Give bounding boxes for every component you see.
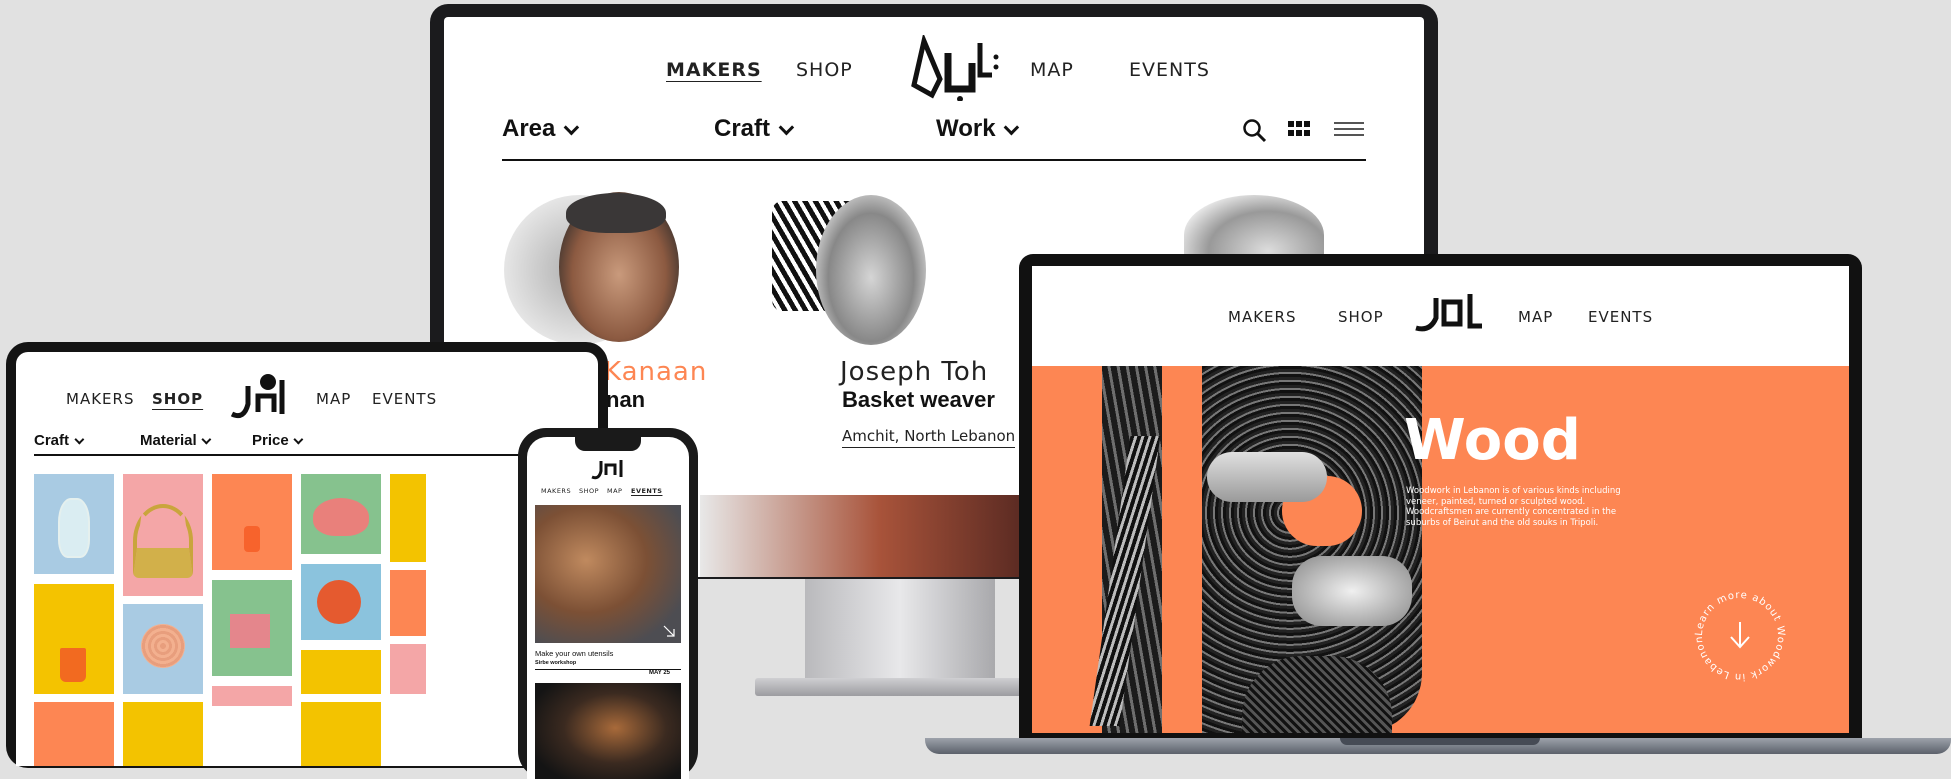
product-tile[interactable] (34, 474, 114, 574)
phone-notch (575, 437, 641, 451)
logo-mark (911, 32, 999, 102)
maker-cap (566, 193, 666, 233)
filter-divider (34, 454, 598, 456)
product-image (60, 648, 86, 682)
site-logo[interactable] (904, 32, 1000, 102)
nav-makers[interactable]: MAKERS (541, 487, 571, 495)
monitor-stand-base (755, 678, 1045, 696)
nav-map[interactable]: MAP (1518, 308, 1553, 326)
maker-role: nan (606, 387, 646, 412)
maker-portrait[interactable] (816, 195, 926, 345)
hands-image (1207, 452, 1327, 502)
product-image (317, 580, 361, 624)
filter-divider (502, 159, 1366, 161)
maker-name[interactable]: Joseph Toh (840, 357, 988, 387)
hero-description: Woodwork in Lebanon is of various kinds … (1406, 486, 1621, 528)
laptop-hinge (1340, 738, 1540, 745)
maker-location[interactable]: Amchit, North Lebanon (842, 427, 1016, 448)
product-tile[interactable] (34, 584, 114, 694)
nav-map[interactable]: MAP (1030, 59, 1074, 81)
product-tile[interactable] (123, 604, 203, 694)
chevron-down-icon (563, 119, 580, 135)
product-tile[interactable] (123, 702, 203, 766)
nav-makers[interactable]: MAKERS (666, 59, 762, 81)
laptop-screen: MAKERS SHOP MAP EVENTS Wood Woodwork in … (1032, 266, 1849, 733)
product-image (230, 614, 270, 648)
grid-view-icon[interactable] (1288, 121, 1310, 137)
product-tile[interactable] (390, 570, 426, 636)
site-logo[interactable] (589, 457, 627, 481)
chevron-down-icon (202, 434, 212, 445)
logo-mark (230, 374, 285, 419)
nav-map[interactable]: MAP (316, 390, 351, 408)
filter-material[interactable]: Material (140, 432, 212, 449)
site-logo[interactable] (1410, 288, 1486, 336)
list-view-icon[interactable] (1334, 121, 1364, 137)
event-date: MAY 25 (649, 670, 671, 676)
nav-events[interactable]: EVENTS (1588, 308, 1653, 326)
search-icon[interactable] (1242, 118, 1268, 144)
laptop: MAKERS SHOP MAP EVENTS Wood Woodwork in … (1019, 254, 1862, 740)
chevron-down-icon (778, 119, 794, 135)
product-tile[interactable] (301, 564, 381, 640)
event-title[interactable]: Make your own utensils (535, 649, 613, 658)
event-image[interactable] (535, 505, 681, 643)
maker-role: Basket weaver (842, 387, 995, 412)
nav-events[interactable]: EVENTS (372, 390, 437, 408)
product-tile[interactable] (212, 686, 292, 706)
product-tile[interactable] (123, 474, 203, 596)
chevron-down-icon (1004, 119, 1020, 135)
product-tile[interactable] (390, 474, 426, 562)
arrow-down-icon (1730, 622, 1750, 649)
product-tile[interactable] (301, 474, 381, 554)
nav-shop[interactable]: SHOP (796, 59, 853, 81)
product-tile[interactable] (390, 644, 426, 694)
filter-work[interactable]: Work (936, 115, 1020, 143)
chevron-down-icon (74, 434, 84, 445)
product-image (244, 526, 260, 552)
product-image (133, 504, 193, 578)
nav-events[interactable]: EVENTS (631, 487, 662, 495)
filter-area[interactable]: Area (502, 115, 580, 143)
chevron-down-icon (294, 434, 304, 445)
tablet-screen: MAKERS SHOP MAP EVENTS Craft Material Pr… (16, 352, 598, 766)
phone-screen: MAKERS SHOP MAP EVENTS Make your own ute… (527, 437, 689, 779)
event-image[interactable] (535, 683, 681, 779)
logo-mark (1415, 294, 1482, 332)
hero-title: Wood (1404, 408, 1581, 473)
event-subtitle: Sirbe workshop (535, 660, 577, 666)
filter-craft[interactable]: Craft (34, 432, 84, 449)
nav-shop[interactable]: SHOP (1338, 308, 1384, 326)
logo-mark (591, 460, 623, 480)
maker-name[interactable]: Kanaan (604, 357, 707, 387)
nav-map[interactable]: MAP (607, 487, 622, 495)
monitor-stand (805, 575, 995, 685)
product-image (58, 498, 90, 558)
nav-makers[interactable]: MAKERS (1228, 308, 1296, 326)
smartphone: MAKERS SHOP MAP EVENTS Make your own ute… (518, 428, 698, 779)
product-tile[interactable] (301, 702, 381, 766)
filter-craft[interactable]: Craft (714, 115, 794, 143)
product-tile[interactable] (34, 702, 114, 766)
nav-events[interactable]: EVENTS (1129, 59, 1210, 81)
product-tile[interactable] (212, 474, 292, 570)
product-image (141, 624, 185, 668)
arrow-diagonal-icon (663, 625, 675, 637)
product-tile[interactable] (301, 650, 381, 694)
nav-shop[interactable]: SHOP (579, 487, 599, 495)
learn-more-button[interactable]: Learn more about Woodwork in Lebanon (1690, 586, 1790, 686)
filter-price[interactable]: Price (252, 432, 304, 449)
hero-section: Wood Woodwork in Lebanon is of various k… (1032, 366, 1849, 733)
site-logo[interactable] (228, 370, 290, 422)
product-tile[interactable] (212, 580, 292, 676)
product-image (313, 498, 369, 536)
hands-image (1292, 556, 1412, 626)
nav-shop[interactable]: SHOP (152, 390, 203, 408)
nav-makers[interactable]: MAKERS (66, 390, 134, 408)
